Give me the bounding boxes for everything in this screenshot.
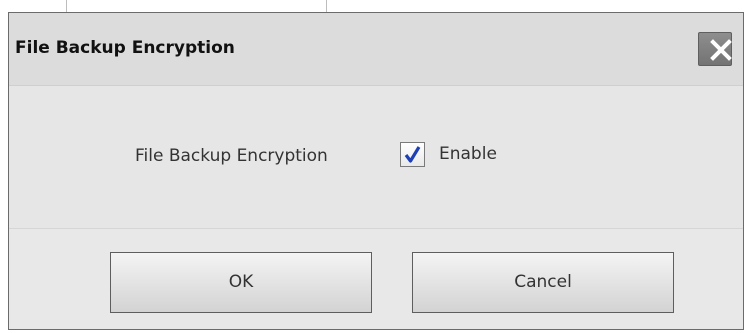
background-divider (326, 0, 327, 12)
background-divider (66, 0, 67, 12)
encryption-field-label: File Backup Encryption (135, 146, 328, 166)
close-icon (710, 39, 732, 61)
dialog-title: File Backup Encryption (15, 38, 235, 58)
ok-button[interactable]: OK (110, 252, 372, 313)
checkmark-icon (404, 146, 421, 163)
close-button[interactable] (698, 32, 732, 66)
encryption-dialog: File Backup Encryption File Backup Encry… (8, 12, 744, 330)
dialog-title-bar[interactable]: File Backup Encryption (9, 13, 743, 86)
dialog-footer: OK Cancel (9, 228, 743, 329)
enable-checkbox[interactable] (400, 142, 425, 167)
screen: File Backup Encryption File Backup Encry… (0, 0, 749, 333)
enable-checkbox-label[interactable]: Enable (439, 144, 497, 164)
dialog-body: File Backup Encryption Enable (9, 86, 743, 228)
cancel-button[interactable]: Cancel (412, 252, 674, 313)
